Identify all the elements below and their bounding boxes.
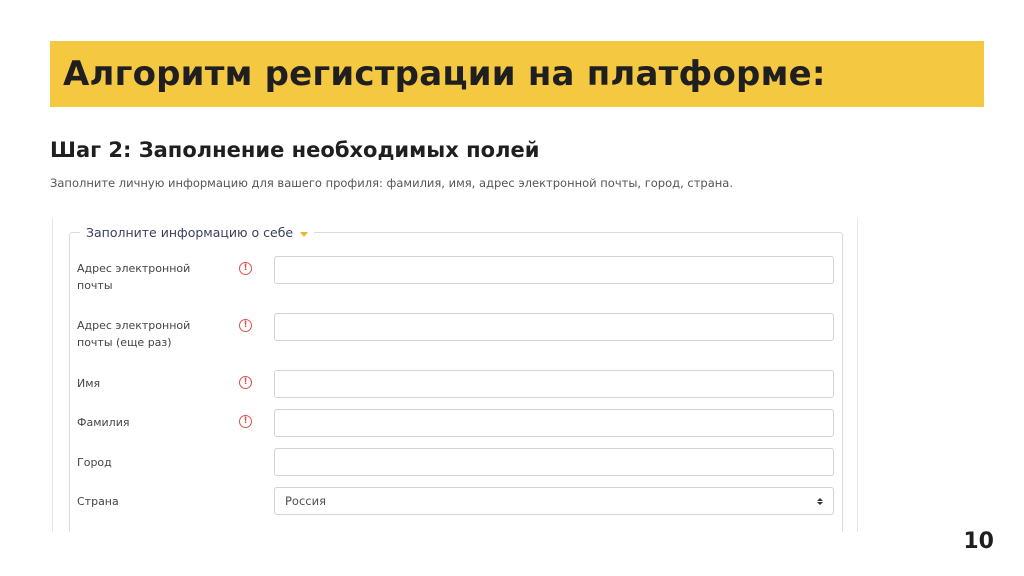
select-arrows-icon <box>817 497 823 505</box>
country-label: Страна <box>77 495 119 508</box>
page-number: 10 <box>963 529 994 554</box>
required-exclamation-icon: ! <box>239 415 252 428</box>
fieldset-legend-toggle[interactable]: Заполните информацию о себе <box>80 224 315 242</box>
title-banner: Алгоритм регистрации на платформе: <box>50 41 984 107</box>
email-confirm-input[interactable] <box>274 313 834 341</box>
city-input[interactable] <box>274 448 834 476</box>
required-exclamation-icon: ! <box>239 262 252 275</box>
step-title: Шаг 2: Заполнение необходимых полей <box>50 138 540 162</box>
first-name-input[interactable] <box>274 370 834 398</box>
city-label: Город <box>77 456 112 469</box>
country-select-value: Россия <box>285 494 327 508</box>
form-screenshot: Заполните информацию о себе Адрес электр… <box>52 218 858 532</box>
email-input[interactable] <box>274 256 834 284</box>
slide-title: Алгоритм регистрации на платформе: <box>63 54 826 94</box>
caret-down-icon <box>300 231 309 237</box>
required-exclamation-icon: ! <box>239 319 252 332</box>
required-exclamation-icon: ! <box>239 376 252 389</box>
last-name-input[interactable] <box>274 409 834 437</box>
fieldset-legend-text: Заполните информацию о себе <box>86 225 294 240</box>
country-select[interactable]: Россия <box>274 487 834 515</box>
last-name-label: Фамилия <box>77 416 130 429</box>
email-confirm-label: Адрес электронной почты (еще раз) <box>77 319 191 349</box>
step-description: Заполните личную информацию для вашего п… <box>50 176 733 190</box>
first-name-label: Имя <box>77 377 101 390</box>
email-label: Адрес электронной почты <box>77 262 191 292</box>
